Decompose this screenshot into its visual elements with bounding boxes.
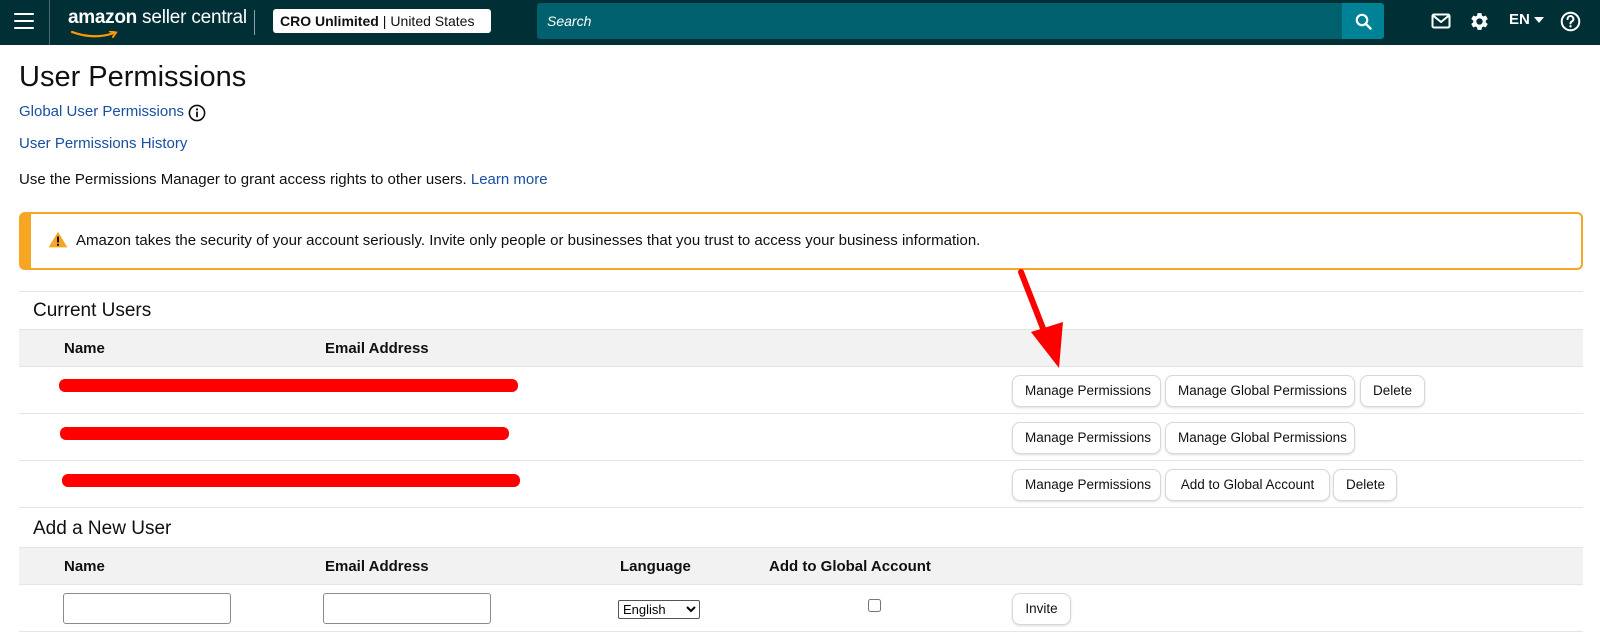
account-separator: | bbox=[382, 13, 387, 29]
column-header-name: Name bbox=[64, 558, 105, 575]
new-user-row: English Invite bbox=[19, 585, 1583, 632]
column-header-email: Email Address bbox=[325, 558, 429, 575]
current-users-table-header: Name Email Address bbox=[19, 329, 1583, 367]
chevron-down-icon bbox=[1533, 16, 1544, 23]
menu-icon[interactable] bbox=[14, 13, 34, 31]
global-user-permissions-link[interactable]: Global User Permissions bbox=[19, 103, 184, 120]
manage-permissions-button[interactable]: Manage Permissions bbox=[1012, 422, 1161, 454]
manage-global-permissions-button[interactable]: Manage Global Permissions bbox=[1165, 375, 1355, 407]
warning-icon bbox=[48, 231, 68, 248]
learn-more-link[interactable]: Learn more bbox=[471, 171, 548, 188]
intro-text: Use the Permissions Manager to grant acc… bbox=[19, 171, 548, 188]
alert-message: Amazon takes the security of your accoun… bbox=[76, 232, 981, 249]
search-icon bbox=[1355, 13, 1372, 30]
redacted-user-info bbox=[60, 427, 509, 440]
language-code: EN bbox=[1509, 11, 1530, 28]
delete-button[interactable]: Delete bbox=[1360, 375, 1425, 407]
help-icon[interactable] bbox=[1560, 11, 1581, 32]
gear-icon[interactable] bbox=[1469, 11, 1490, 32]
info-icon[interactable] bbox=[188, 104, 206, 122]
add-to-global-checkbox[interactable] bbox=[868, 599, 881, 612]
redacted-user-info bbox=[62, 474, 520, 487]
manage-permissions-button[interactable]: Manage Permissions bbox=[1012, 469, 1161, 501]
search-button[interactable] bbox=[1342, 3, 1384, 39]
search-input[interactable] bbox=[537, 3, 1342, 39]
add-to-global-account-button[interactable]: Add to Global Account bbox=[1165, 469, 1330, 501]
page-title: User Permissions bbox=[19, 61, 247, 93]
account-name: CRO Unlimited bbox=[280, 13, 379, 29]
mail-icon[interactable] bbox=[1431, 11, 1451, 31]
column-header-name: Name bbox=[64, 340, 105, 357]
delete-button[interactable]: Delete bbox=[1333, 469, 1397, 501]
add-new-user-title: Add a New User bbox=[33, 518, 172, 539]
current-users-title: Current Users bbox=[33, 300, 152, 321]
annotation-arrow-icon bbox=[1018, 269, 1063, 368]
amazon-seller-central-logo[interactable]: amazon seller central bbox=[68, 7, 247, 38]
logo-divider bbox=[254, 10, 255, 35]
security-alert: Amazon takes the security of your accoun… bbox=[19, 212, 1583, 270]
new-user-email-input[interactable] bbox=[323, 593, 491, 624]
invite-button[interactable]: Invite bbox=[1012, 593, 1071, 625]
section-divider bbox=[19, 291, 1583, 292]
manage-permissions-button[interactable]: Manage Permissions bbox=[1012, 375, 1161, 407]
top-nav-bar: amazon seller central CRO Unlimited | Unit… bbox=[0, 0, 1600, 45]
account-region: United States bbox=[390, 13, 475, 29]
table-row: Manage Permissions Add to Global Account… bbox=[19, 461, 1583, 508]
logo-smile-icon bbox=[70, 31, 118, 38]
intro-message: Use the Permissions Manager to grant acc… bbox=[19, 171, 467, 188]
column-header-email: Email Address bbox=[325, 340, 429, 357]
logo-brand: amazon bbox=[68, 7, 137, 28]
redacted-user-info bbox=[59, 379, 518, 392]
nav-divider bbox=[49, 0, 50, 45]
logo-rest: seller central bbox=[136, 7, 247, 28]
column-header-add-to-global: Add to Global Account bbox=[769, 558, 931, 575]
language-switcher[interactable]: EN bbox=[1509, 11, 1544, 28]
manage-global-permissions-button[interactable]: Manage Global Permissions bbox=[1165, 422, 1355, 454]
column-header-language: Language bbox=[620, 558, 691, 575]
user-permissions-history-link[interactable]: User Permissions History bbox=[19, 135, 187, 152]
table-row: Manage Permissions Manage Global Permiss… bbox=[19, 367, 1583, 414]
new-user-name-input[interactable] bbox=[63, 593, 231, 624]
table-row: Manage Permissions Manage Global Permiss… bbox=[19, 414, 1583, 461]
account-switcher[interactable]: CRO Unlimited | United States bbox=[273, 9, 491, 33]
language-select[interactable]: English bbox=[618, 600, 700, 619]
new-user-table-header: Name Email Address Language Add to Globa… bbox=[19, 547, 1583, 585]
